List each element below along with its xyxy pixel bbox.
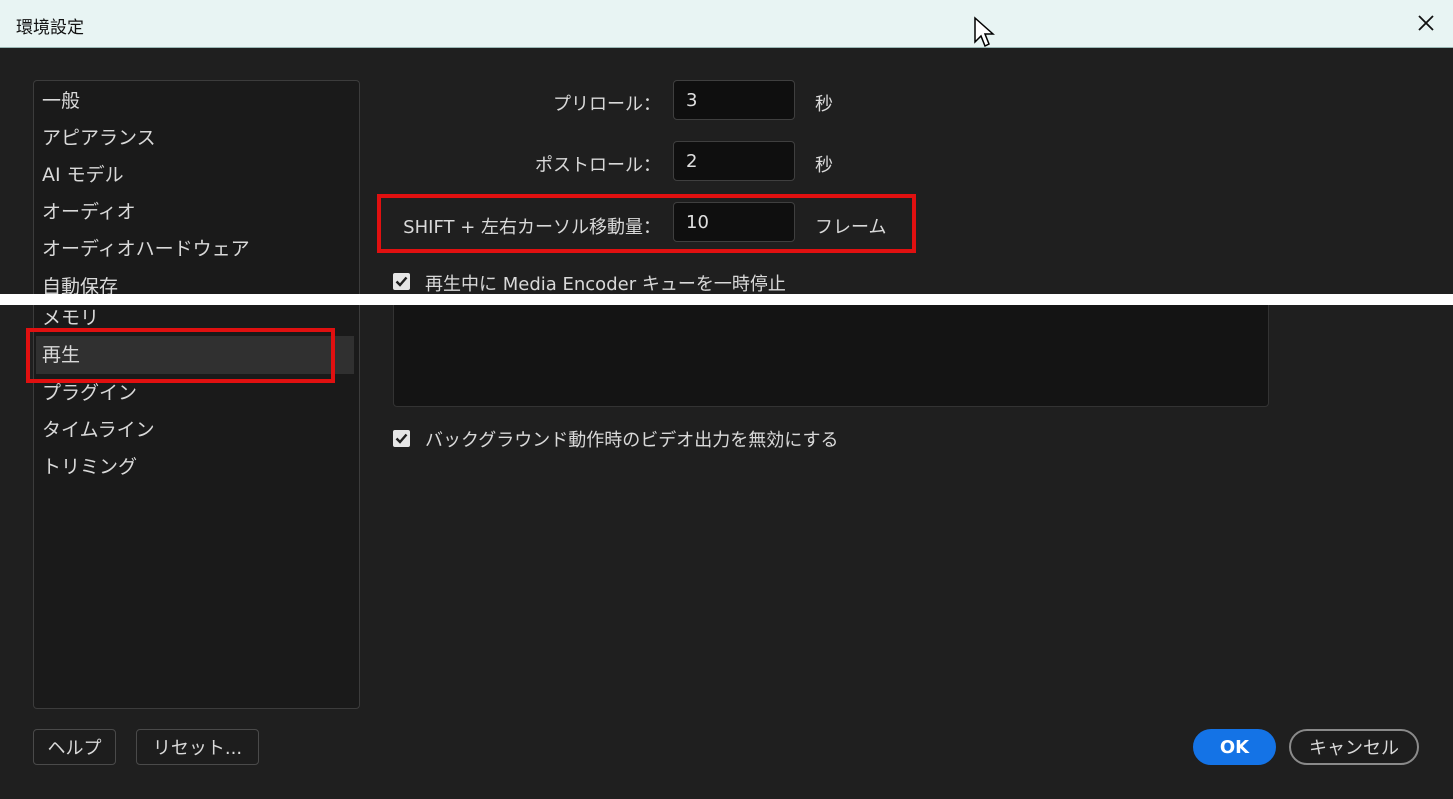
sidebar-item-playback-selected[interactable]: 再生: [36, 336, 354, 374]
media-encoder-settings-area: [393, 305, 1269, 407]
sidebar-item-ai-model[interactable]: AI モデル: [42, 163, 124, 187]
postroll-unit: 秒: [815, 155, 833, 176]
sidebar-item-general[interactable]: 一般: [42, 89, 80, 113]
pause-media-encoder-label: 再生中に Media Encoder キューを一時停止: [425, 274, 786, 294]
sidebar-item-autosave[interactable]: 自動保存: [42, 275, 118, 294]
sidebar-item-timeline[interactable]: タイムライン: [42, 418, 155, 442]
preroll-input[interactable]: [673, 80, 795, 120]
close-button[interactable]: [1411, 8, 1441, 38]
checkmark-icon: [395, 276, 408, 287]
shift-step-input[interactable]: [673, 202, 795, 242]
disable-video-output-checkbox[interactable]: [393, 430, 410, 447]
shift-step-label: SHIFT + 左右カーソル移動量：: [403, 217, 661, 238]
category-list: 一般 アピアランス AI モデル オーディオ オーディオハードウェア 自動保存: [33, 80, 360, 294]
mouse-pointer-icon: [974, 16, 995, 48]
disable-video-output-label: バックグラウンド動作時のビデオ出力を無効にする: [425, 430, 839, 451]
title-bar: 環境設定: [0, 0, 1453, 48]
ok-button[interactable]: OK: [1193, 729, 1276, 765]
preroll-label: プリロール：: [553, 94, 661, 115]
sidebar-item-plugins[interactable]: プラグイン: [42, 381, 137, 405]
category-list-continued: メモリ 再生 プラグイン タイムライン トリミング: [33, 305, 360, 709]
postroll-label: ポストロール：: [535, 155, 661, 176]
shift-step-unit: フレーム: [815, 217, 887, 238]
sidebar-item-appearance[interactable]: アピアランス: [42, 126, 156, 150]
window-title: 環境設定: [16, 18, 84, 38]
sidebar-item-memory[interactable]: メモリ: [42, 306, 99, 330]
sidebar-item-trimming[interactable]: トリミング: [42, 455, 137, 479]
checkmark-icon: [395, 433, 408, 444]
cancel-button[interactable]: キャンセル: [1289, 729, 1419, 765]
postroll-input[interactable]: [673, 141, 795, 181]
sidebar-item-audio[interactable]: オーディオ: [42, 200, 136, 224]
upper-panel: 一般 アピアランス AI モデル オーディオ オーディオハードウェア 自動保存 …: [0, 48, 1453, 294]
reset-button[interactable]: リセット...: [136, 729, 259, 765]
close-icon: [1418, 15, 1434, 31]
lower-panel: メモリ 再生 プラグイン タイムライン トリミング バックグラウンド動作時のビデ…: [0, 305, 1453, 799]
sidebar-item-label: 再生: [42, 344, 81, 366]
screenshot-divider: [0, 294, 1453, 305]
pause-media-encoder-checkbox[interactable]: [393, 273, 410, 290]
sidebar-item-audio-hardware[interactable]: オーディオハードウェア: [42, 237, 250, 261]
help-button[interactable]: ヘルプ: [33, 729, 116, 765]
preroll-unit: 秒: [815, 94, 833, 115]
